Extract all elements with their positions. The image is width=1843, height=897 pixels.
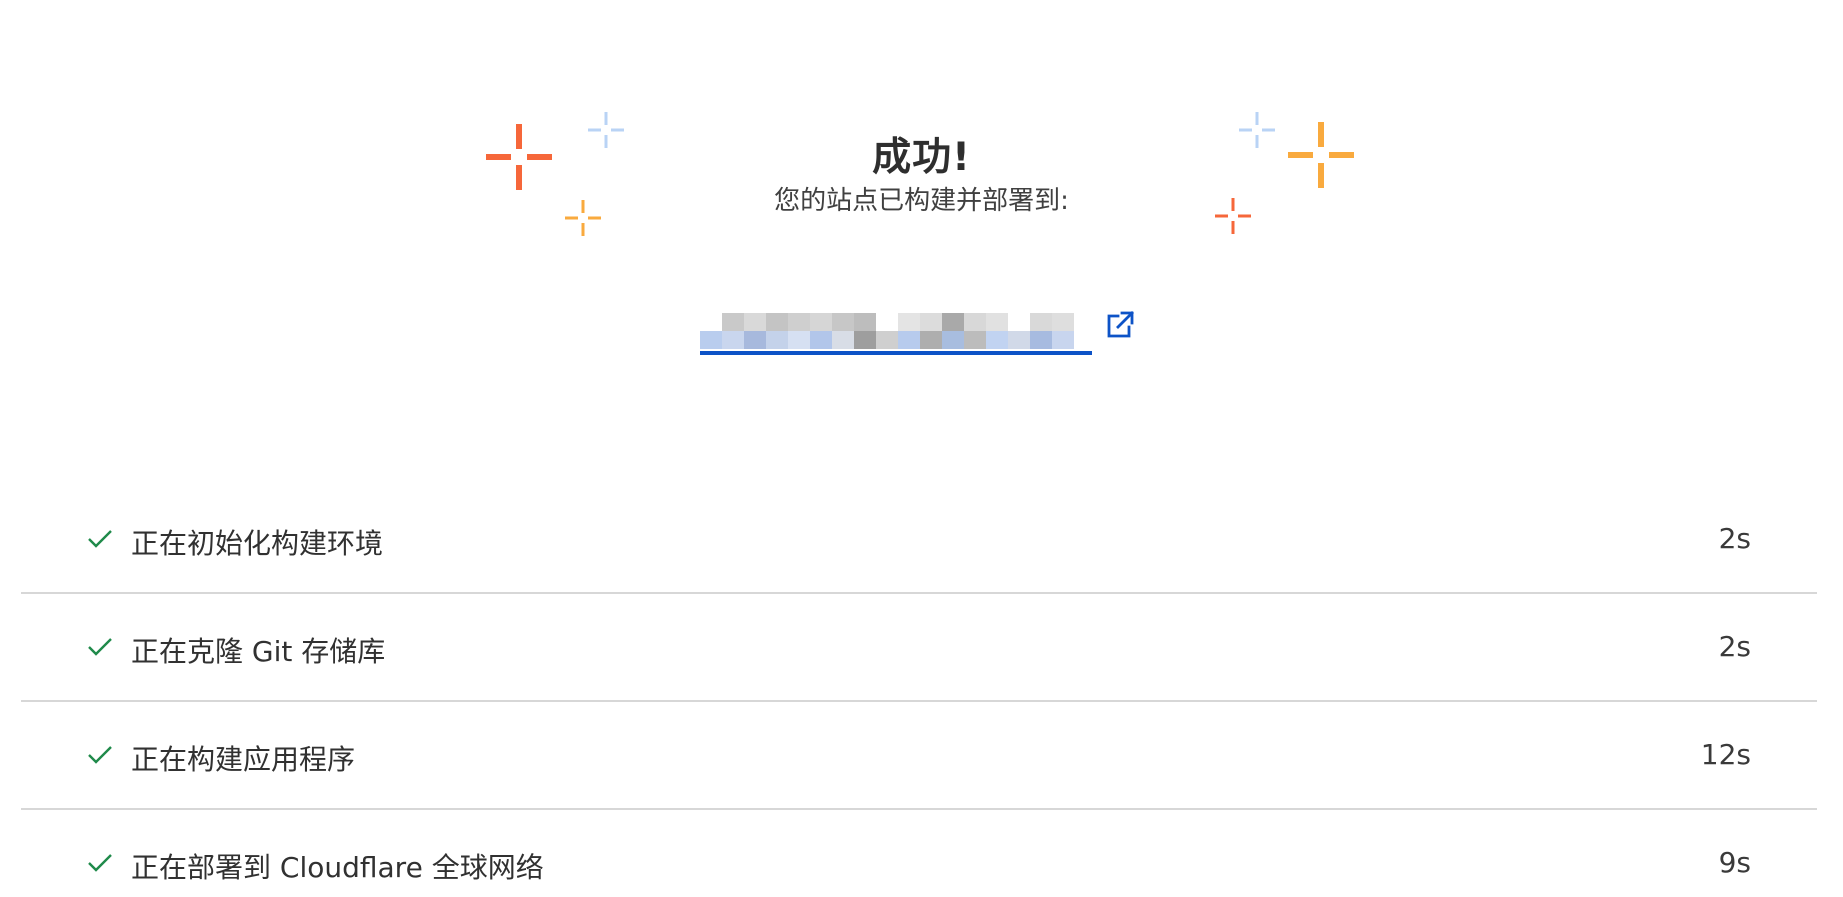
build-step-label: 正在部署到 Cloudflare 全球网络 — [131, 851, 544, 884]
check-icon — [88, 854, 112, 872]
build-step-duration: 12s — [1700, 738, 1751, 771]
success-subtitle: 您的站点已构建并部署到: — [774, 186, 1069, 216]
deployment-success-page: 成功! 您的站点已构建并部署到: 正在初始化构建环境 2s 正在克隆 Git 存… — [0, 0, 1843, 897]
external-link-icon[interactable] — [1104, 309, 1136, 341]
build-step-row: 正在克隆 Git 存储库 2s — [21, 594, 1817, 702]
deployment-url-link[interactable] — [700, 307, 1092, 355]
build-step-label: 正在克隆 Git 存储库 — [131, 635, 386, 668]
check-icon — [88, 530, 112, 548]
check-icon — [88, 746, 112, 764]
build-step-label: 正在构建应用程序 — [131, 743, 356, 776]
build-step-row: 正在初始化构建环境 2s — [21, 486, 1817, 594]
build-steps-list: 正在初始化构建环境 2s 正在克隆 Git 存储库 2s 正在构建应用程序 12… — [21, 486, 1817, 897]
build-step-row: 正在构建应用程序 12s — [21, 702, 1817, 810]
success-title: 成功! — [872, 135, 971, 180]
deployment-url-row — [700, 307, 1140, 355]
build-step-duration: 2s — [1718, 630, 1751, 663]
success-banner: 成功! 您的站点已构建并部署到: — [0, 0, 1843, 420]
build-step-duration: 9s — [1718, 846, 1751, 879]
check-icon — [88, 638, 112, 656]
build-step-duration: 2s — [1718, 522, 1751, 555]
build-step-label: 正在初始化构建环境 — [131, 527, 384, 560]
redacted-url-mosaic — [700, 313, 1092, 349]
build-step-row: 正在部署到 Cloudflare 全球网络 9s — [21, 810, 1817, 897]
